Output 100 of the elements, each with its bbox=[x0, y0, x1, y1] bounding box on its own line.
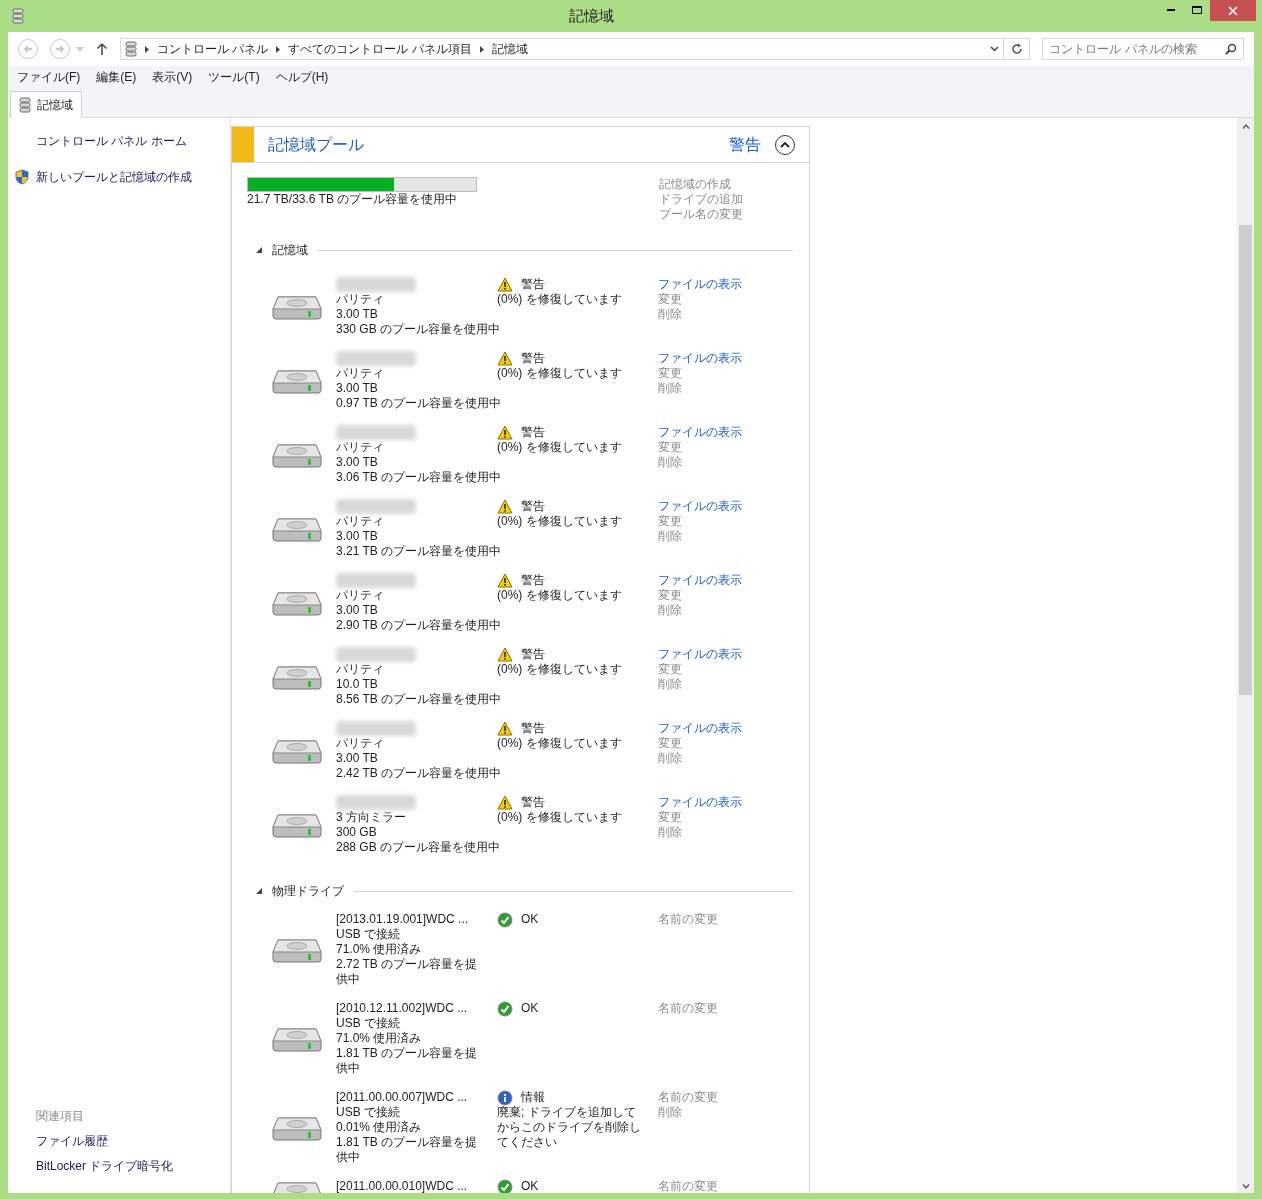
up-arrow-icon[interactable] bbox=[95, 42, 108, 56]
action-link[interactable]: 変更 bbox=[658, 736, 742, 751]
drive-detail: 71.0% 使用済み bbox=[336, 1031, 423, 1046]
drive-detail: パリティ bbox=[336, 736, 385, 751]
status-detail: (0%) を修復しています bbox=[497, 588, 623, 603]
action-link[interactable]: 名前の変更 bbox=[658, 1090, 718, 1105]
warning-icon bbox=[497, 351, 513, 366]
action-link[interactable]: 変更 bbox=[658, 440, 742, 455]
chevron-up-icon bbox=[780, 141, 790, 148]
action-link[interactable]: 変更 bbox=[658, 588, 742, 603]
action-link[interactable]: 削除 bbox=[658, 677, 742, 692]
tab[interactable]: 記憶域 bbox=[10, 91, 82, 118]
drive-name: [2010.12.11.002]WDC ... bbox=[336, 1001, 469, 1016]
related-link[interactable]: ファイル履歴 bbox=[36, 1132, 230, 1150]
chevron-down-icon[interactable] bbox=[990, 46, 1000, 52]
action-link[interactable]: ファイルの表示 bbox=[658, 499, 742, 514]
breadcrumb-item[interactable]: 記憶域 bbox=[491, 40, 528, 58]
hard-drive-icon bbox=[272, 589, 322, 617]
status-label: 警告 bbox=[521, 351, 545, 366]
shield-icon bbox=[15, 169, 29, 185]
hard-drive-icon bbox=[272, 367, 322, 395]
breadcrumb-item[interactable]: コントロール パネル bbox=[156, 40, 269, 58]
search-icon[interactable] bbox=[1225, 43, 1237, 55]
menu-item[interactable]: 表示(V) bbox=[152, 68, 193, 86]
action-link[interactable]: 削除 bbox=[658, 603, 742, 618]
related-heading: 関連項目 bbox=[36, 1108, 85, 1125]
warning-icon bbox=[497, 499, 513, 514]
action-link[interactable]: 変更 bbox=[658, 366, 742, 381]
action-link[interactable]: 変更 bbox=[658, 662, 742, 677]
window-title: 記憶域 bbox=[568, 5, 614, 26]
action-link[interactable]: 削除 bbox=[658, 825, 742, 840]
action-link[interactable]: 削除 bbox=[658, 1105, 718, 1120]
action-link[interactable]: 変更 bbox=[658, 514, 742, 529]
drive-detail: 2.72 TB のプール容量を提供中 bbox=[336, 957, 479, 987]
status-label: 警告 bbox=[521, 277, 545, 292]
action-link[interactable]: 削除 bbox=[658, 751, 742, 766]
breadcrumb-arrow-icon[interactable] bbox=[276, 45, 281, 53]
action-link[interactable]: 名前の変更 bbox=[658, 1179, 718, 1193]
drive-detail: 330 GB のプール容量を使用中 bbox=[336, 322, 497, 337]
pool-action-link[interactable]: ドライブの追加 bbox=[659, 192, 743, 207]
hard-drive-icon bbox=[272, 293, 322, 321]
expand-triangle-icon[interactable] bbox=[256, 888, 262, 894]
action-link[interactable]: 削除 bbox=[658, 529, 742, 544]
action-link[interactable]: ファイルの表示 bbox=[658, 795, 742, 810]
action-link[interactable]: 変更 bbox=[658, 292, 742, 307]
expand-triangle-icon[interactable] bbox=[256, 247, 262, 253]
address-field[interactable]: コントロール パネル すべてのコントロール パネル項目 記憶域 bbox=[119, 38, 1005, 60]
action-link[interactable]: ファイルの表示 bbox=[658, 351, 742, 366]
action-link[interactable]: 名前の変更 bbox=[658, 912, 718, 927]
action-link[interactable]: ファイルの表示 bbox=[658, 277, 742, 292]
status-detail: (0%) を修復しています bbox=[497, 662, 623, 677]
drive-detail: 0.01% 使用済み bbox=[336, 1120, 423, 1135]
hard-drive-icon bbox=[272, 441, 322, 469]
drive-detail: 3.00 TB bbox=[336, 751, 379, 766]
action-link[interactable]: 削除 bbox=[658, 381, 742, 396]
menu-item[interactable]: ツール(T) bbox=[208, 68, 260, 86]
refresh-icon bbox=[1010, 43, 1023, 55]
status-label: OK bbox=[521, 912, 539, 927]
breadcrumb-arrow-icon[interactable] bbox=[479, 45, 484, 53]
action-link[interactable]: 削除 bbox=[658, 455, 742, 470]
hard-drive-icon bbox=[272, 811, 322, 839]
drive-detail: 3.00 TB bbox=[336, 529, 379, 544]
menu-item[interactable]: ヘルプ(H) bbox=[275, 68, 329, 86]
menu-item[interactable]: 編集(E) bbox=[96, 68, 137, 86]
action-link[interactable]: ファイルの表示 bbox=[658, 425, 742, 440]
action-link[interactable]: 削除 bbox=[658, 307, 742, 322]
sidebar-link[interactable]: コントロール パネル ホーム bbox=[36, 132, 187, 150]
menu-item[interactable]: ファイル(F) bbox=[17, 68, 81, 86]
sidebar-link[interactable]: 新しいプールと記憶域の作成 bbox=[36, 168, 192, 186]
status-detail: 廃棄; ドライブを追加してからこのドライブを削除してください bbox=[497, 1105, 642, 1150]
related-link[interactable]: BitLocker ドライブ暗号化 bbox=[36, 1157, 230, 1175]
pool-title: 記憶域プール bbox=[268, 134, 365, 155]
action-link[interactable]: ファイルの表示 bbox=[658, 573, 742, 588]
drive-detail: 1.81 TB のプール容量を提供中 bbox=[336, 1046, 479, 1076]
drive-detail: パリティ bbox=[336, 662, 385, 677]
pool-action-link[interactable]: プール名の変更 bbox=[659, 207, 743, 222]
breadcrumb-arrow-icon[interactable] bbox=[144, 45, 149, 53]
refresh-button[interactable] bbox=[1004, 38, 1031, 60]
action-link[interactable]: ファイルの表示 bbox=[658, 647, 742, 662]
drive-name: [2011.00.00.010]WDC ... bbox=[336, 1179, 469, 1193]
hard-drive-icon bbox=[272, 515, 322, 543]
search-field[interactable]: コントロール パネルの検索 bbox=[1042, 38, 1244, 60]
section-heading: 物理ドライブ bbox=[272, 883, 344, 900]
drive-detail: USB で接続 bbox=[336, 927, 401, 942]
drive-detail: 1.81 TB のプール容量を提供中 bbox=[336, 1135, 479, 1165]
drive-detail: 288 GB のプール容量を使用中 bbox=[336, 840, 497, 855]
breadcrumb-item[interactable]: すべてのコントロール パネル項目 bbox=[288, 40, 472, 58]
action-link[interactable]: 名前の変更 bbox=[658, 1001, 718, 1016]
action-link[interactable]: ファイルの表示 bbox=[658, 721, 742, 736]
pool-action-link[interactable]: 記憶域の作成 bbox=[659, 177, 743, 192]
scrollbar[interactable] bbox=[1237, 118, 1254, 1193]
back-arrow-icon bbox=[23, 44, 33, 54]
status-label: OK bbox=[521, 1179, 539, 1193]
status-detail: (0%) を修復しています bbox=[497, 514, 623, 529]
warning-icon bbox=[497, 277, 513, 292]
drive-detail: 71.0% 使用済み bbox=[336, 942, 423, 957]
drive-detail: USB で接続 bbox=[336, 1016, 401, 1031]
drive-name: [2011.00.00.007]WDC ... bbox=[336, 1090, 469, 1105]
action-link[interactable]: 変更 bbox=[658, 810, 742, 825]
info-icon bbox=[497, 1089, 513, 1106]
